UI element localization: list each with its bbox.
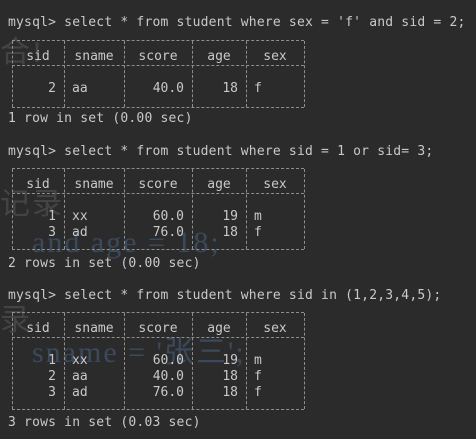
cell-sname: xx (72, 209, 88, 224)
column-header-score: score (138, 177, 178, 192)
cell-age: 18 (222, 369, 238, 384)
column-header-sname: sname (74, 49, 114, 64)
table-row: 1 xx 60.0 19 m (12, 353, 304, 369)
cell-score: 76.0 (152, 385, 184, 400)
result-summary-3: 3 rows in set (0.03 sec) (8, 415, 201, 430)
cell-age: 18 (222, 225, 238, 240)
cell-sid: 3 (48, 225, 56, 240)
column-header-sid: sid (26, 321, 50, 336)
cell-sname: aa (72, 369, 88, 384)
cell-sex: f (254, 81, 262, 96)
cell-score: 40.0 (152, 369, 184, 384)
result-summary-1: 1 row in set (0.00 sec) (8, 111, 193, 126)
cell-age: 18 (222, 81, 238, 96)
table-row: 3 ad 76.0 18 f (12, 385, 304, 401)
cell-score: 60.0 (152, 353, 184, 368)
cell-sid: 3 (48, 385, 56, 400)
result-table-2: sid sname score age sex 1 xx 60.0 19 m 3… (12, 168, 305, 250)
result-table-3: sid sname score age sex 1 xx 60.0 19 m 2… (12, 312, 305, 410)
table-row: 1 xx 60.0 19 m (12, 209, 304, 225)
column-header-sname: sname (74, 177, 114, 192)
cell-sex: f (254, 385, 262, 400)
cell-sid: 1 (48, 209, 56, 224)
column-header-score: score (138, 49, 178, 64)
table-row: 3 ad 76.0 18 f (12, 225, 304, 241)
cell-score: 40.0 (152, 81, 184, 96)
cell-sid: 1 (48, 353, 56, 368)
command-line-3: mysql> select * from student where sid i… (8, 288, 442, 303)
cell-sid: 2 (48, 369, 56, 384)
table-row: 2 aa 40.0 18 f (12, 369, 304, 385)
cell-score: 60.0 (152, 209, 184, 224)
column-header-sex: sex (263, 177, 287, 192)
cell-sname: xx (72, 353, 88, 368)
cell-age: 18 (222, 385, 238, 400)
column-header-age: age (207, 177, 231, 192)
column-header-age: age (207, 49, 231, 64)
cell-sname: aa (72, 81, 88, 96)
column-header-sex: sex (263, 321, 287, 336)
cell-sex: f (254, 225, 262, 240)
cell-score: 76.0 (152, 225, 184, 240)
cell-sid: 2 (48, 81, 56, 96)
table-row: 2 aa 40.0 18 f (12, 81, 304, 97)
result-summary-2: 2 rows in set (0.00 sec) (8, 256, 201, 271)
column-header-sid: sid (26, 177, 50, 192)
column-header-sname: sname (74, 321, 114, 336)
cell-sname: ad (72, 225, 88, 240)
column-header-age: age (207, 321, 231, 336)
cell-sex: m (254, 209, 262, 224)
command-line-1: mysql> select * from student where sex =… (8, 15, 466, 30)
column-header-sex: sex (263, 49, 287, 64)
cell-sex: m (254, 353, 262, 368)
cell-age: 19 (222, 353, 238, 368)
column-header-sid: sid (26, 49, 50, 64)
column-header-score: score (138, 321, 178, 336)
result-table-1: sid sname score age sex 2 aa 40.0 18 f (12, 40, 305, 108)
command-line-2: mysql> select * from student where sid =… (8, 144, 434, 159)
terminal-window[interactable]: 合! 记录 and age = 18; 录 sname = '张三'; mysq… (0, 0, 476, 439)
cell-sname: ad (72, 385, 88, 400)
cell-age: 19 (222, 209, 238, 224)
cell-sex: f (254, 369, 262, 384)
